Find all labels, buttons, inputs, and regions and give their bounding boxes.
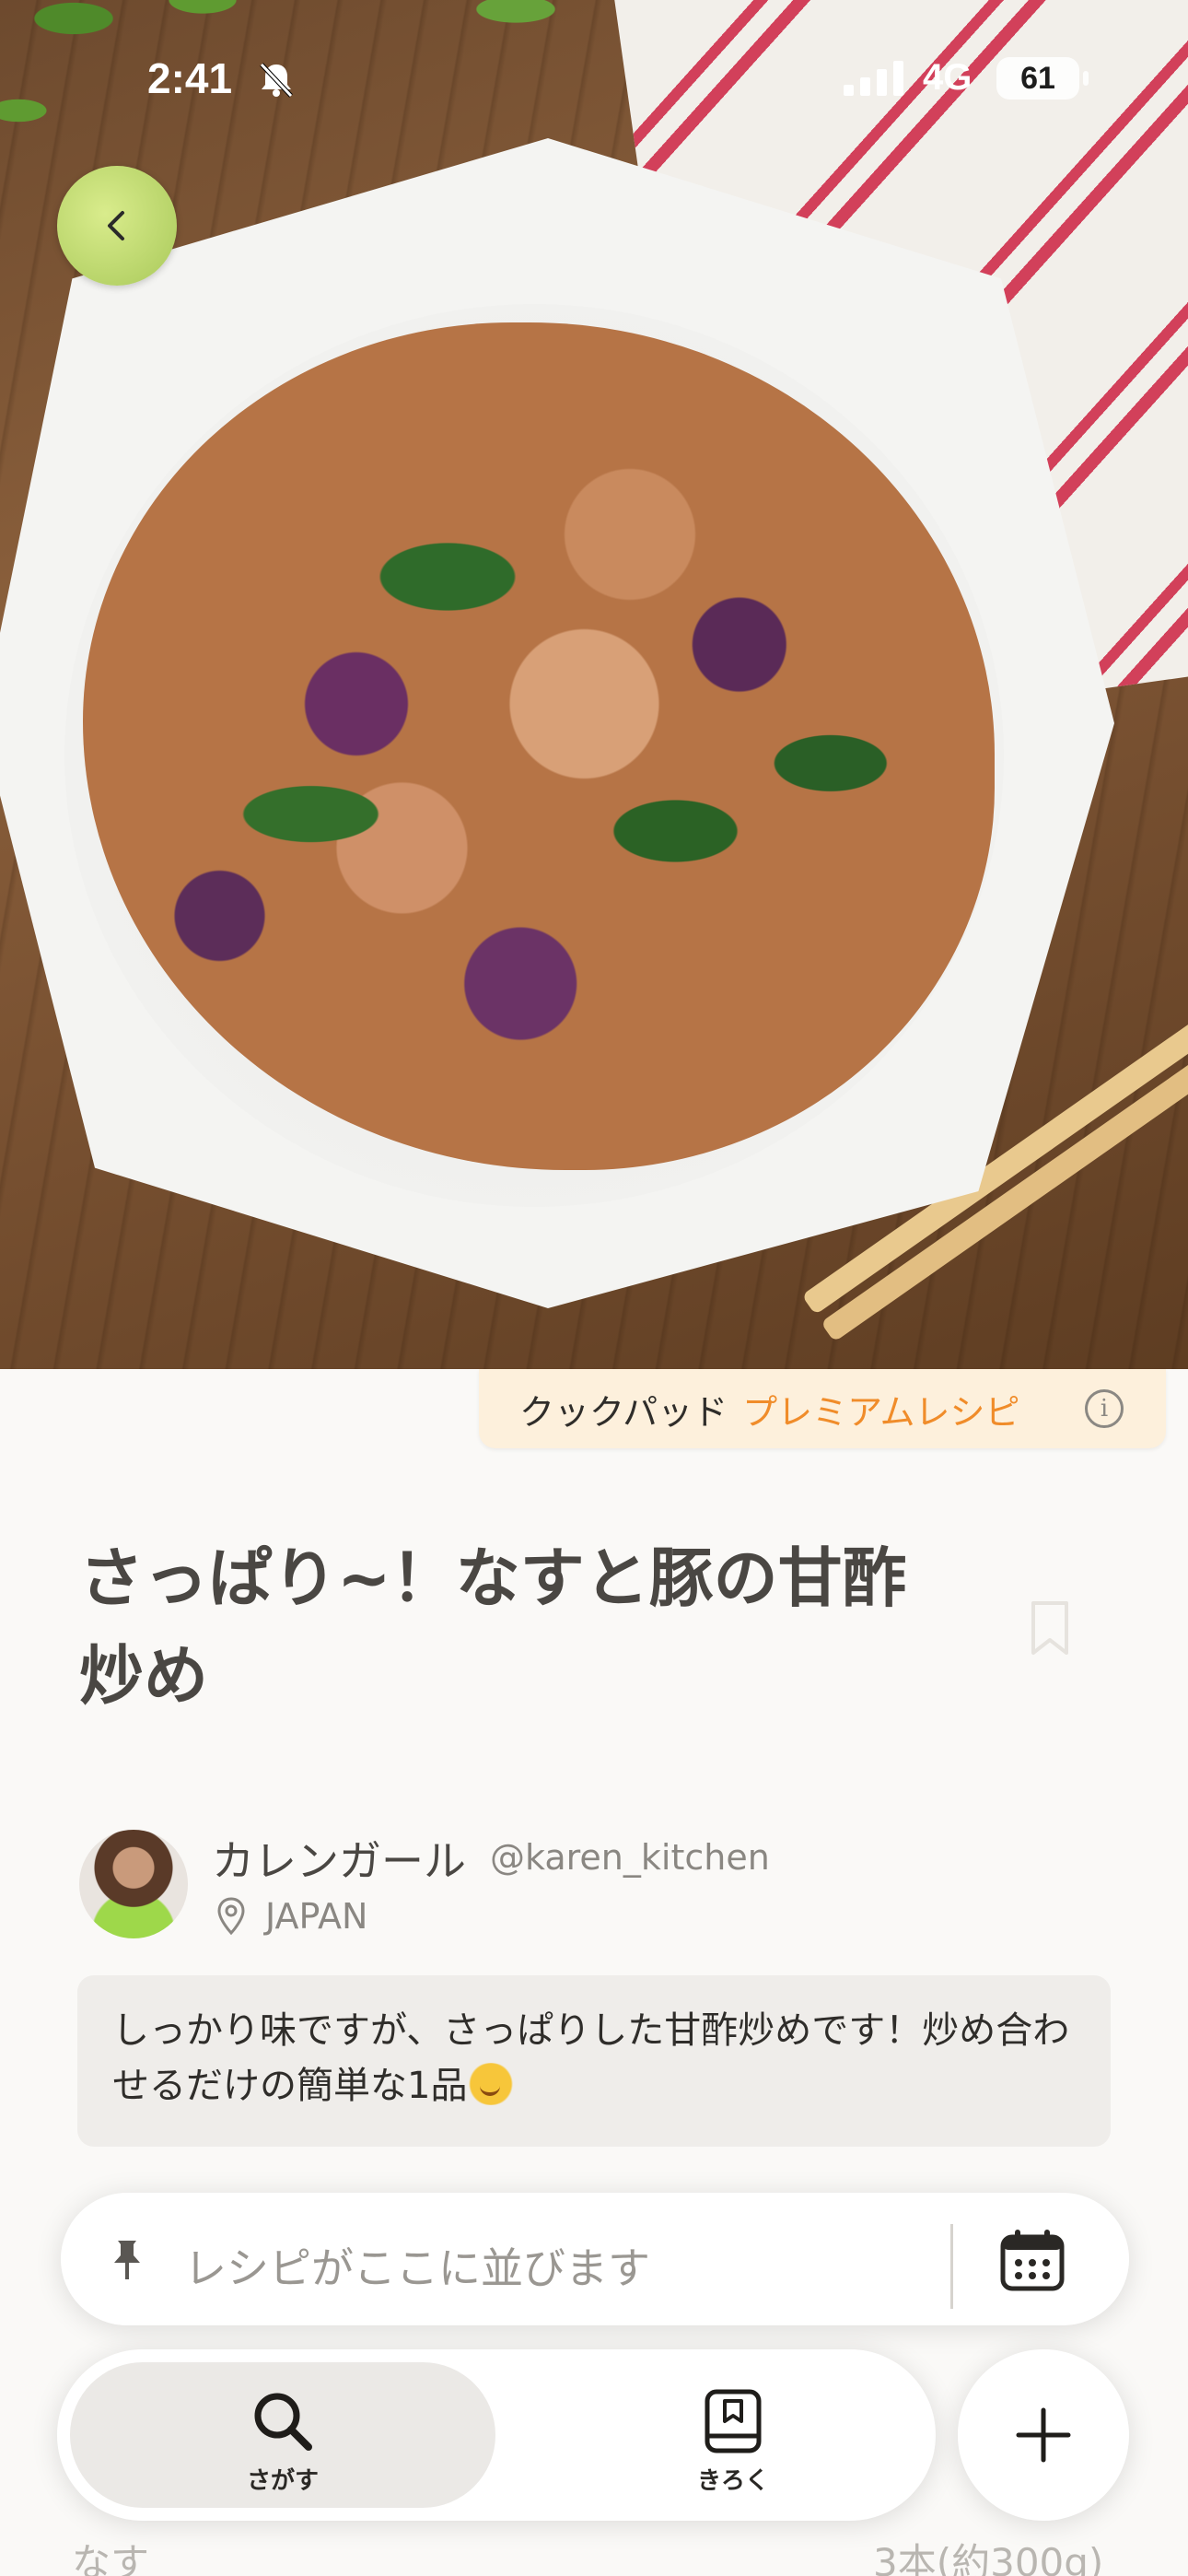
recipe-description-text: しっかり味ですが、さっぱりした甘酢炒めです！炒め合わせるだけの簡単な1品 — [112, 2009, 1070, 2107]
back-button[interactable] — [57, 166, 177, 286]
chevron-left-icon — [108, 211, 124, 240]
premium-label: プレミアムレシピ — [742, 1391, 1020, 1433]
bottom-nav: さがす きろく — [57, 2349, 936, 2521]
avatar[interactable] — [79, 1830, 188, 1938]
premium-recipe-tag[interactable]: クックパッド プレミアムレシピ i — [479, 1369, 1166, 1448]
add-button[interactable] — [958, 2349, 1129, 2521]
tab-search-label: さがす — [246, 2467, 319, 2495]
tab-record-label: きろく — [696, 2467, 769, 2495]
tab-search[interactable]: さがす — [70, 2362, 495, 2508]
recipe-hero-photo — [0, 0, 1188, 1369]
status-bar: 2:41 4G 61 — [0, 0, 1188, 138]
recipe-title-line1: さっぱり~！なすと豚の甘酢 — [79, 1540, 907, 1616]
author-location: JAPAN — [265, 1896, 368, 1937]
battery-level: 61 — [1020, 61, 1055, 96]
info-icon[interactable]: i — [1085, 1389, 1124, 1428]
battery-icon: 61 — [996, 57, 1089, 100]
ingredient-name: なす — [72, 2540, 150, 2576]
plus-icon — [1016, 2407, 1071, 2463]
bookmark-icon[interactable] — [1030, 1599, 1070, 1657]
author-handle[interactable]: @karen_kitchen — [490, 1837, 770, 1878]
saved-recipes-bar[interactable]: レシピがここに並びます — [61, 2193, 1129, 2325]
bell-slash-icon — [260, 63, 293, 98]
hugging-face-emoji-icon — [467, 2063, 516, 2105]
network-type: 4G — [923, 57, 973, 98]
signal-icon — [844, 61, 903, 96]
search-icon — [254, 2393, 312, 2451]
pushpin-icon — [114, 2241, 140, 2279]
premium-brand: クックパッド — [519, 1391, 728, 1433]
tab-record[interactable]: きろく — [549, 2362, 917, 2508]
notebook-icon — [705, 2389, 762, 2453]
recipe-description: しっかり味ですが、さっぱりした甘酢炒めです！炒め合わせるだけの簡単な1品 — [77, 1975, 1111, 2147]
status-time: 2:41 — [147, 54, 233, 102]
ingredient-quantity: 3本(約300g) — [873, 2540, 1104, 2576]
recipe-bar-placeholder: レシピがここに並びます — [184, 2243, 650, 2293]
recipe-title: さっぱり~！なすと豚の甘酢 炒め — [79, 1529, 1000, 1725]
calendar-icon[interactable] — [998, 2228, 1066, 2292]
location-pin-icon — [217, 1897, 245, 1936]
author-name[interactable]: カレンガール — [212, 1828, 466, 1889]
recipe-title-line2: 炒め — [79, 1638, 208, 1714]
